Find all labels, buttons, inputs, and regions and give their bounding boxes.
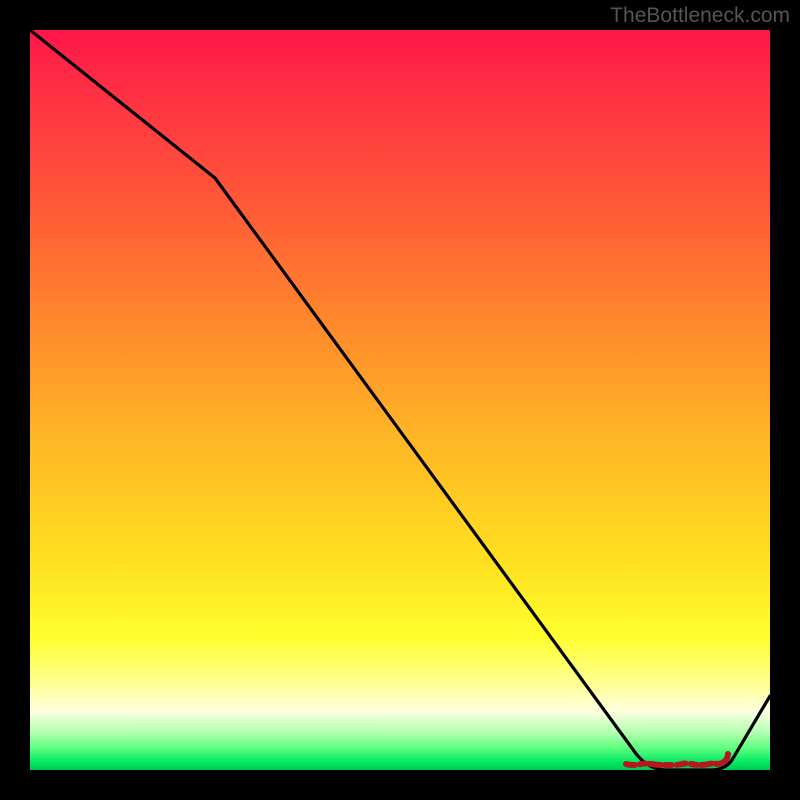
chart-container: TheBottleneck.com: [0, 0, 800, 800]
chart-svg: [30, 30, 770, 770]
bottleneck-curve: [30, 30, 770, 770]
watermark-text: TheBottleneck.com: [610, 4, 790, 28]
